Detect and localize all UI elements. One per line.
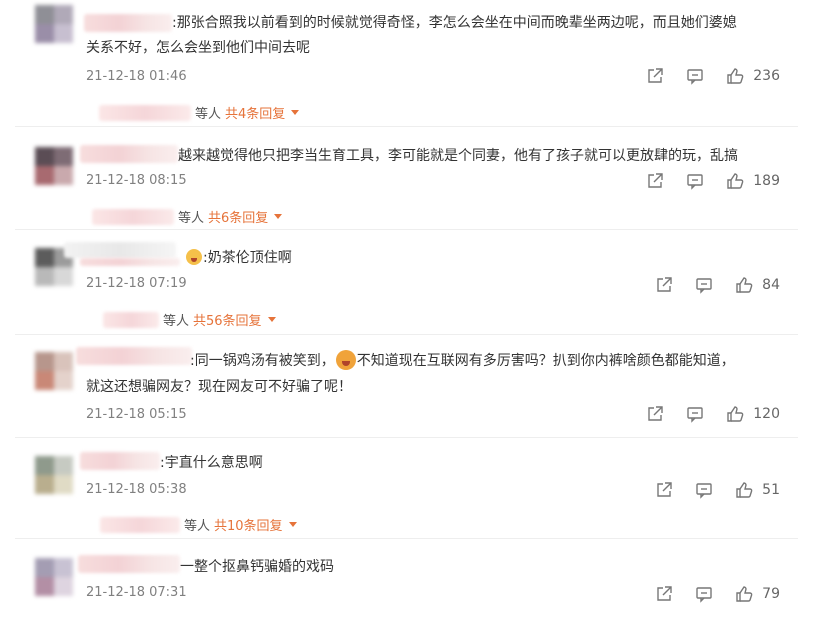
reply-suffix: 等人 <box>184 519 211 534</box>
like-count: 120 <box>753 406 780 422</box>
chevron-down-icon[interactable] <box>274 214 283 219</box>
thumbs-up-icon[interactable] <box>726 405 744 423</box>
share-icon[interactable] <box>646 405 664 423</box>
like-count: 79 <box>762 586 780 602</box>
divider <box>15 229 798 230</box>
thumbs-up-icon[interactable] <box>726 172 744 190</box>
share-icon[interactable] <box>655 276 673 294</box>
username[interactable] <box>78 555 180 573</box>
comment-text: :那张合照我以前看到的时候就觉得奇怪，李怎么会坐在中间而晚辈坐两边呢，而且她们婆… <box>172 15 737 31</box>
comment-text-line2: 就这还想骗网友？现在网友可不好骗了呢！ <box>86 379 352 395</box>
reply-count-link[interactable]: 共56条回复 <box>193 310 262 329</box>
timestamp: 21-12-18 05:15 <box>86 407 187 422</box>
reply-icon[interactable] <box>686 172 704 190</box>
username[interactable] <box>64 242 176 258</box>
thumbs-up-icon[interactable] <box>735 276 753 294</box>
reply-usernames <box>92 208 174 225</box>
reply-count-link[interactable]: 共10条回复 <box>214 515 283 534</box>
share-icon[interactable] <box>646 172 664 190</box>
reply-count-link[interactable]: 共4条回复 <box>225 103 285 122</box>
timestamp: 21-12-18 08:15 <box>86 173 187 188</box>
comment-actions: 236 <box>646 67 780 85</box>
reply-icon[interactable] <box>686 67 704 85</box>
comment-actions: 189 <box>646 172 780 190</box>
avatar[interactable] <box>35 5 73 43</box>
reply-usernames <box>99 104 191 121</box>
comment-actions: 51 <box>655 481 780 499</box>
share-icon[interactable] <box>655 481 673 499</box>
reply-suffix: 等人 <box>195 107 222 122</box>
username-line2 <box>80 258 180 266</box>
comment-text: 一整个抠鼻钙骗婚的戏码 <box>180 559 334 575</box>
chevron-down-icon[interactable] <box>291 110 300 115</box>
comment-body-part2: 不知道现在互联网有多厉害吗？扒到你内裤啥颜色都能知道， <box>356 353 735 369</box>
timestamp: 21-12-18 07:31 <box>86 585 187 600</box>
like-count: 236 <box>753 68 780 84</box>
timestamp: 21-12-18 05:38 <box>86 482 187 497</box>
username[interactable] <box>84 14 172 32</box>
reply-summary[interactable]: 等人 共4条回复 <box>99 103 300 122</box>
divider <box>15 538 798 539</box>
thumbs-up-icon[interactable] <box>735 585 753 603</box>
comment-text: :奶茶伦顶住啊 <box>185 247 292 269</box>
reply-summary[interactable]: 等人 共10条回复 <box>100 515 297 534</box>
comment-actions: 120 <box>646 405 780 423</box>
reply-icon[interactable] <box>686 405 704 423</box>
share-icon[interactable] <box>646 67 664 85</box>
comment-body-part1: :同一锅鸡汤有被笑到， <box>190 353 335 369</box>
thumbs-up-icon[interactable] <box>735 481 753 499</box>
divider <box>15 437 798 438</box>
like-count: 84 <box>762 277 780 293</box>
timestamp: 21-12-18 01:46 <box>86 69 187 84</box>
thumbs-up-icon[interactable] <box>726 67 744 85</box>
reply-icon[interactable] <box>695 276 713 294</box>
avatar[interactable] <box>35 147 73 185</box>
emoji-icon <box>335 350 356 370</box>
divider <box>15 334 798 335</box>
reply-summary[interactable]: 等人 共6条回复 <box>92 207 283 226</box>
avatar[interactable] <box>35 456 73 494</box>
comment-actions: 84 <box>655 276 780 294</box>
reply-icon[interactable] <box>695 585 713 603</box>
comment-text-line2: 关系不好，怎么会坐到他们中间去呢 <box>86 40 310 56</box>
username[interactable] <box>76 347 192 365</box>
reply-count-link[interactable]: 共6条回复 <box>208 207 268 226</box>
avatar[interactable] <box>35 558 73 596</box>
reply-usernames <box>100 516 180 533</box>
username[interactable] <box>80 145 178 163</box>
divider <box>15 126 798 127</box>
reply-usernames <box>103 311 159 328</box>
comment-text: :宇直什么意思啊 <box>160 455 263 471</box>
comment-text: 越来越觉得他只把李当生育工具，李可能就是个同妻，他有了孩子就可以更放肆的玩，乱搞 <box>178 148 738 164</box>
timestamp: 21-12-18 07:19 <box>86 276 187 291</box>
share-icon[interactable] <box>655 585 673 603</box>
reply-suffix: 等人 <box>178 211 205 226</box>
like-count: 189 <box>753 173 780 189</box>
reply-suffix: 等人 <box>163 314 190 329</box>
comment-body: :奶茶伦顶住啊 <box>203 250 292 266</box>
emoji-icon <box>186 249 202 265</box>
username[interactable] <box>80 452 160 470</box>
like-count: 51 <box>762 482 780 498</box>
chevron-down-icon[interactable] <box>267 317 276 322</box>
avatar[interactable] <box>35 352 73 390</box>
chevron-down-icon[interactable] <box>288 522 297 527</box>
reply-icon[interactable] <box>695 481 713 499</box>
comment-actions: 79 <box>655 585 780 603</box>
comment-text: :同一锅鸡汤有被笑到， 不知道现在互联网有多厉害吗？扒到你内裤啥颜色都能知道， <box>190 350 735 372</box>
reply-summary[interactable]: 等人 共56条回复 <box>103 310 276 329</box>
